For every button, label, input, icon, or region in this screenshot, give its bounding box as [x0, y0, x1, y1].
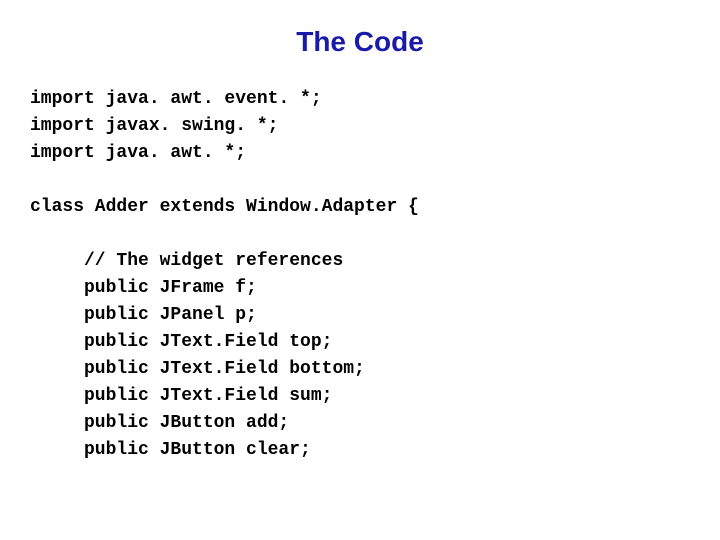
blank-line: [30, 167, 690, 194]
blank-line: [30, 221, 690, 248]
comment-line: // The widget references: [30, 248, 690, 275]
field-declaration: public JText.Field bottom;: [30, 356, 690, 383]
field-declaration: public JPanel p;: [30, 302, 690, 329]
field-declaration: public JText.Field top;: [30, 329, 690, 356]
code-block: import java. awt. event. *; import javax…: [30, 86, 690, 464]
slide-title: The Code: [30, 26, 690, 58]
import-line: import java. awt. *;: [30, 140, 690, 167]
import-line: import javax. swing. *;: [30, 113, 690, 140]
class-declaration: class Adder extends Window.Adapter {: [30, 194, 690, 221]
field-declaration: public JFrame f;: [30, 275, 690, 302]
import-line: import java. awt. event. *;: [30, 86, 690, 113]
field-declaration: public JText.Field sum;: [30, 383, 690, 410]
field-declaration: public JButton add;: [30, 410, 690, 437]
field-declaration: public JButton clear;: [30, 437, 690, 464]
